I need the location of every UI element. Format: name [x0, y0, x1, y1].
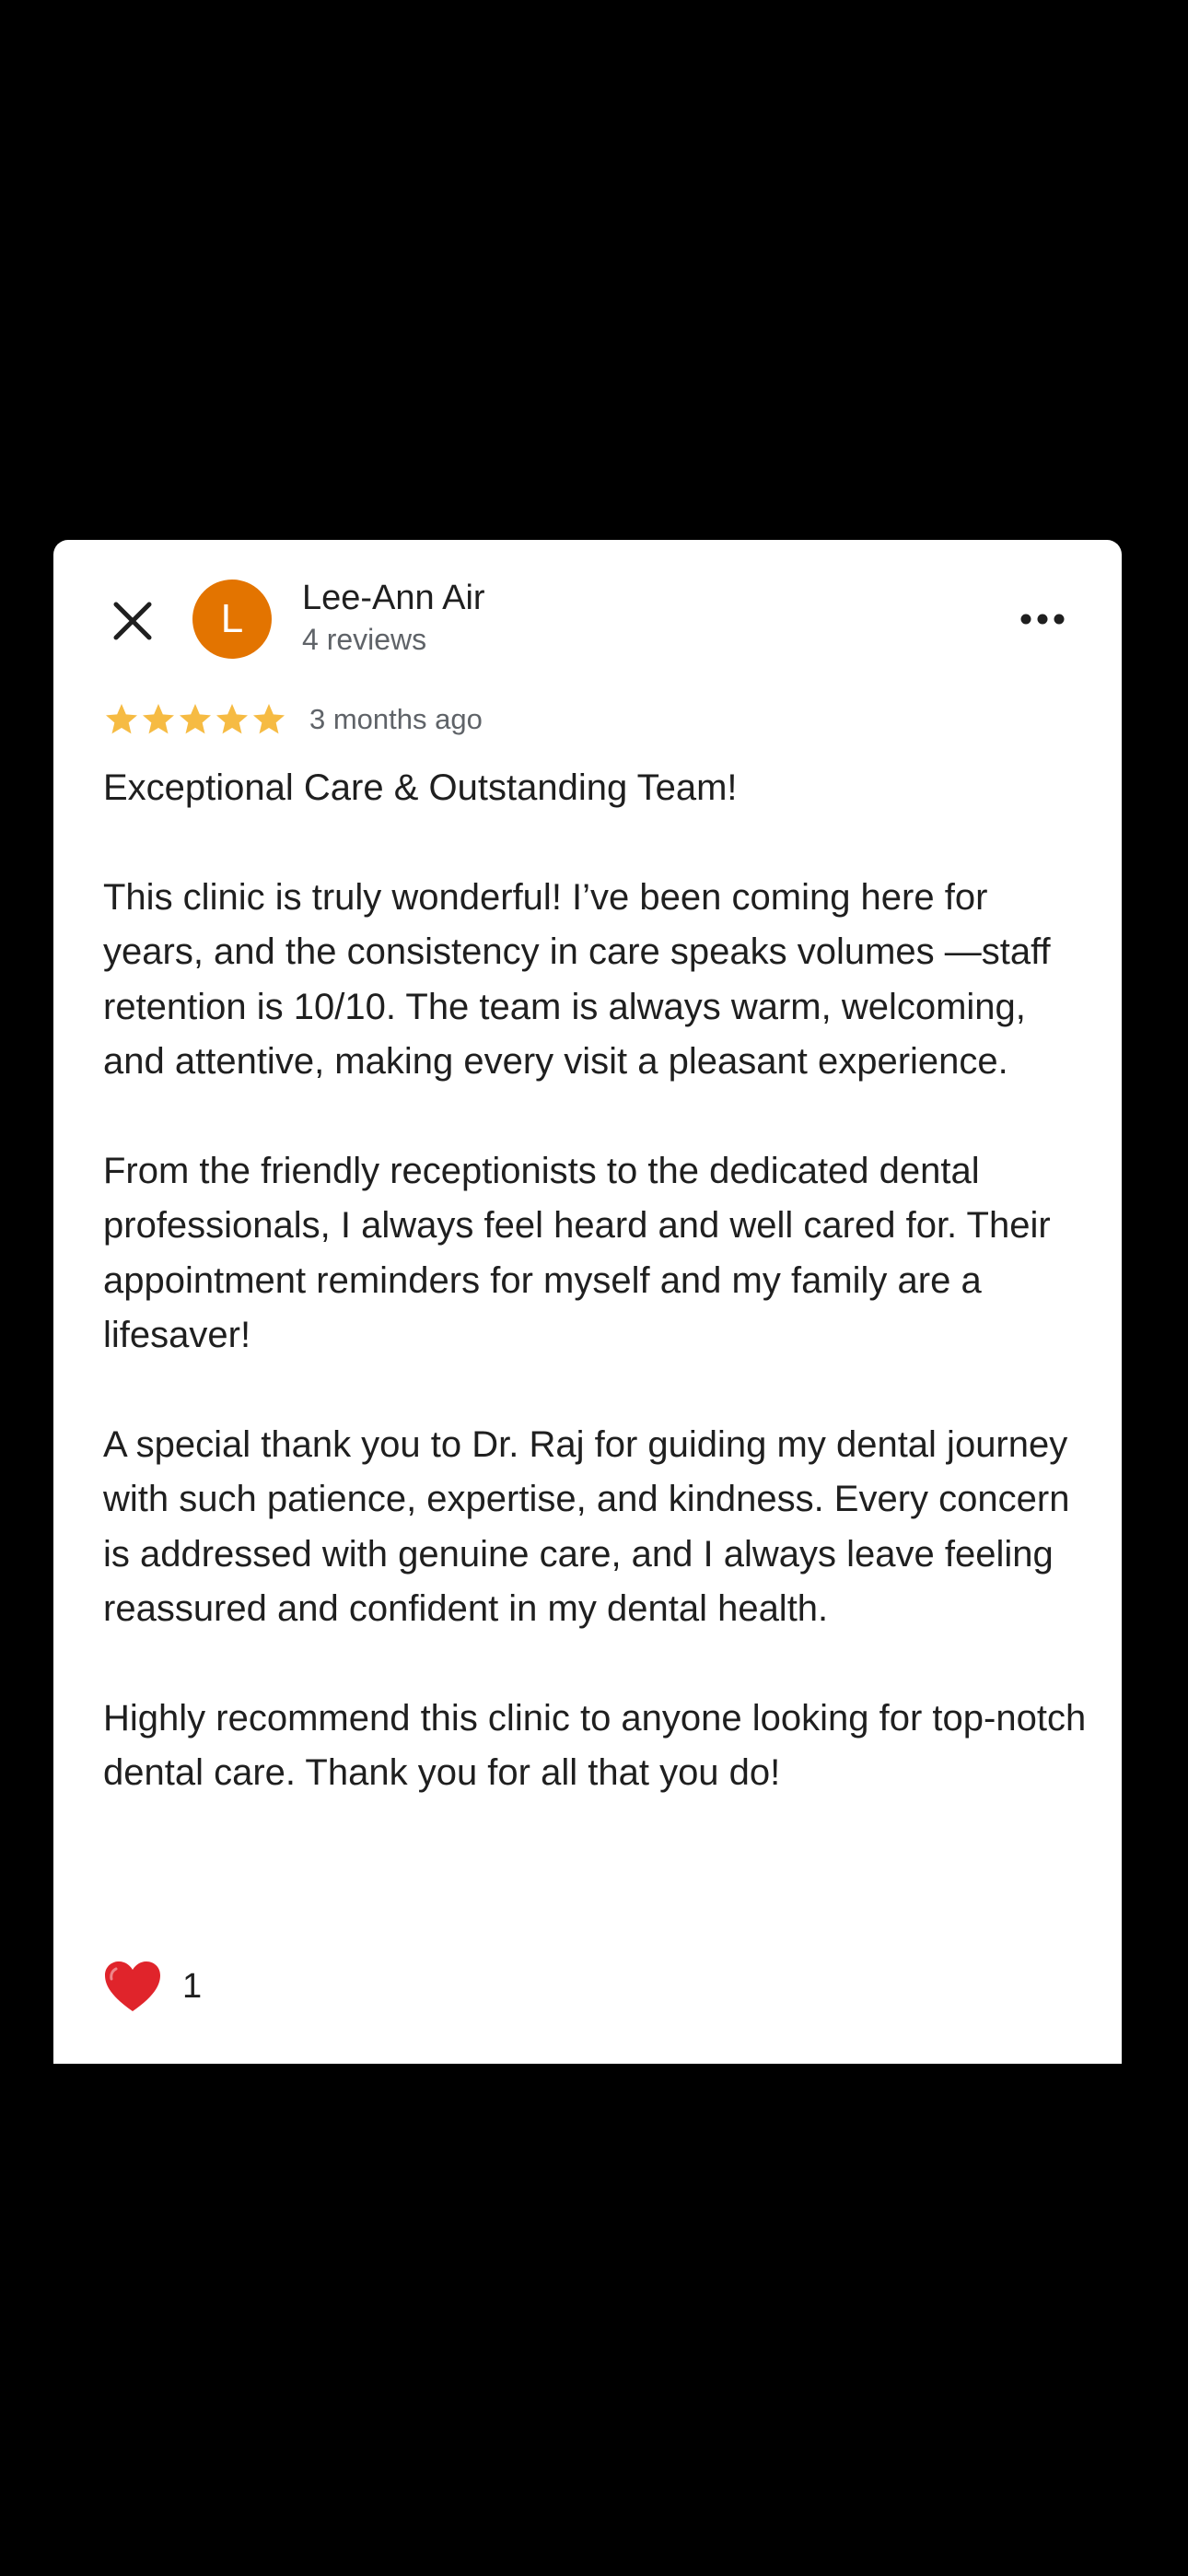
review-paragraph: Highly recommend this clinic to anyone l…: [103, 1697, 1087, 1794]
star-icon: [253, 704, 285, 734]
heart-icon: [105, 1961, 160, 2011]
star-rating: [103, 701, 287, 738]
star-icon: [143, 704, 174, 734]
star-icon: [180, 704, 211, 734]
more-horizontal-icon: [1020, 614, 1065, 625]
close-button[interactable]: [101, 590, 164, 652]
author-name[interactable]: Lee-Ann Air: [302, 579, 485, 618]
review-title: Exceptional Care & Outstanding Team!: [103, 767, 738, 808]
heart-reaction-count: 1: [182, 1966, 203, 2006]
review-text: Exceptional Care & Outstanding Team! Thi…: [103, 761, 1089, 1801]
avatar[interactable]: L: [192, 580, 272, 659]
more-options-button[interactable]: [1013, 601, 1072, 638]
review-date: 3 months ago: [309, 703, 483, 735]
review-paragraph: This clinic is truly wonderful! I’ve bee…: [103, 876, 1051, 1083]
heart-reaction-button[interactable]: 1: [103, 1955, 202, 2018]
review-paragraph: From the friendly receptionists to the d…: [103, 1150, 1051, 1356]
star-icon: [106, 704, 137, 734]
rating-row: 3 months ago: [103, 697, 483, 742]
star-icon: [216, 704, 248, 734]
close-icon: [113, 602, 152, 640]
screen: L Lee-Ann Air 4 reviews 3 months ago Exc…: [0, 0, 1188, 2576]
review-paragraph: A special thank you to Dr. Raj for guidi…: [103, 1423, 1070, 1630]
avatar-initial: L: [220, 596, 244, 641]
author-review-count: 4 reviews: [302, 623, 427, 656]
